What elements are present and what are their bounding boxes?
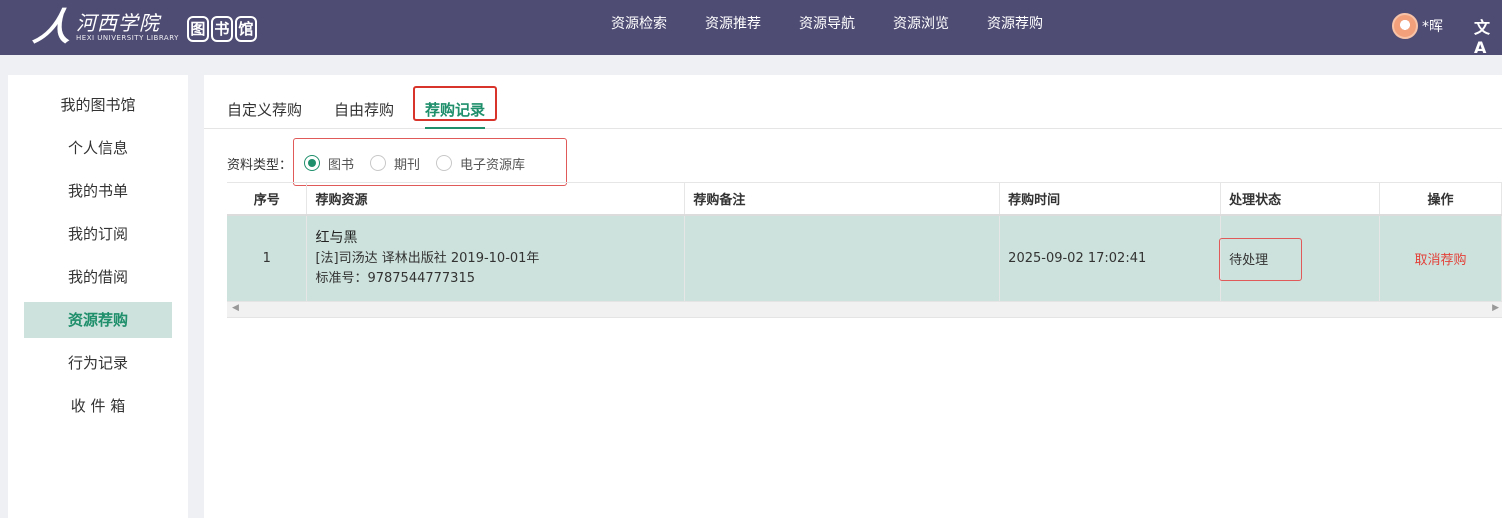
user-name[interactable]: *晖 <box>1422 16 1443 36</box>
nav-resource-navigation[interactable]: 资源导航 <box>780 13 874 33</box>
logo-en: HEXI UNIVERSITY LIBRARY <box>76 33 179 42</box>
col-header-action: 操作 <box>1379 182 1502 215</box>
resource-title: 红与黑 <box>315 230 358 246</box>
sidebar-item-personal-info[interactable]: 个人信息 <box>24 130 172 166</box>
tab-custom-purchase[interactable]: 自定义荐购 <box>227 99 302 120</box>
top-header: 人 河西学院 HEXI UNIVERSITY LIBRARY 图 书 馆 资源检… <box>0 0 1502 57</box>
logo-text: 河西学院 HEXI UNIVERSITY LIBRARY <box>76 12 179 43</box>
radio-circle[interactable] <box>436 155 453 171</box>
sidebar-item-my-booklist[interactable]: 我的书单 <box>24 173 172 209</box>
cell-time: 2025-09-02 17:02:41 <box>999 214 1222 301</box>
nav-resource-recommend[interactable]: 资源推荐 <box>686 13 780 33</box>
resource-isbn: 标准号：9787544777315 <box>315 271 475 286</box>
sidebar-item-resource-purchase[interactable]: 资源荐购 <box>24 302 172 338</box>
col-header-status: 处理状态 <box>1220 182 1381 215</box>
radio-circle[interactable] <box>370 155 387 171</box>
col-header-note: 荐购备注 <box>684 182 1001 215</box>
logo-cn: 河西学院 <box>76 10 161 35</box>
table-header-row: 序号 荐购资源 荐购备注 荐购时间 处理状态 操作 <box>227 182 1502 215</box>
horizontal-scrollbar[interactable]: ◀ ▶ <box>227 301 1502 318</box>
resource-author-publisher: [法]司汤达 译林出版社 2019-10-01年 <box>315 251 540 266</box>
radio-label: 图书 <box>328 157 355 173</box>
main-nav: 资源检索 资源推荐 资源导航 资源浏览 资源荐购 <box>592 0 1062 46</box>
sidebar: 我的图书馆 个人信息 我的书单 我的订阅 我的借阅 资源荐购 行为记录 收 件 … <box>8 75 188 518</box>
tab-free-purchase[interactable]: 自由荐购 <box>334 99 394 120</box>
cell-resource: 红与黑 [法]司汤达 译林出版社 2019-10-01年 标准号：9787544… <box>306 214 686 301</box>
col-header-no: 序号 <box>227 182 308 215</box>
library-logo[interactable]: 人 河西学院 HEXI UNIVERSITY LIBRARY 图 书 馆 <box>30 2 257 52</box>
material-type-label: 资料类型： <box>227 157 293 173</box>
material-type-filter: 资料类型： 图书 期刊 电子资源库 <box>227 153 541 173</box>
radio-e-resources[interactable]: 电子资源库 <box>436 154 525 173</box>
cell-action: 取消荐购 <box>1379 214 1502 301</box>
avatar[interactable] <box>1392 13 1418 39</box>
tab-bar: 自定义荐购 自由荐购 荐购记录 <box>204 75 1502 129</box>
cell-note <box>684 214 1001 301</box>
logo-lib-char: 馆 <box>234 16 257 42</box>
sidebar-item-behavior-log[interactable]: 行为记录 <box>24 345 172 381</box>
cancel-purchase-link[interactable]: 取消荐购 <box>1415 253 1467 268</box>
scroll-left-icon[interactable]: ◀ <box>232 303 239 313</box>
active-tab-underline <box>425 127 485 129</box>
tab-purchase-records[interactable]: 荐购记录 <box>425 99 485 120</box>
sidebar-item-my-library[interactable]: 我的图书馆 <box>24 87 172 123</box>
user-menu[interactable]: *晖 <box>1392 12 1443 40</box>
radio-label: 期刊 <box>394 157 421 173</box>
main-panel: 自定义荐购 自由荐购 荐购记录 资料类型： 图书 期刊 电子资源库 序号 荐购资… <box>204 75 1502 518</box>
col-header-time: 荐购时间 <box>999 182 1222 215</box>
radio-label: 电子资源库 <box>460 157 526 173</box>
logo-lib-char: 图 <box>186 16 209 42</box>
sidebar-item-inbox[interactable]: 收 件 箱 <box>24 388 172 424</box>
logo-library-word: 图 书 馆 <box>186 16 257 42</box>
cell-status: 待处理 <box>1220 214 1381 301</box>
sidebar-item-my-subscriptions[interactable]: 我的订阅 <box>24 216 172 252</box>
logo-lib-char: 书 <box>210 16 233 42</box>
radio-journals[interactable]: 期刊 <box>370 154 420 173</box>
sidebar-item-my-borrowing[interactable]: 我的借阅 <box>24 259 172 295</box>
cell-no: 1 <box>227 214 308 301</box>
scroll-right-icon[interactable]: ▶ <box>1492 303 1499 313</box>
translate-icon[interactable]: 文A <box>1474 14 1496 57</box>
table-row: 1 红与黑 [法]司汤达 译林出版社 2019-10-01年 标准号：97875… <box>227 214 1502 301</box>
nav-resource-purchase[interactable]: 资源荐购 <box>968 13 1062 33</box>
purchase-records-table: 序号 荐购资源 荐购备注 荐购时间 处理状态 操作 1 红与黑 [法]司汤达 译… <box>227 182 1502 301</box>
nav-resource-browse[interactable]: 资源浏览 <box>874 13 968 33</box>
col-header-resource: 荐购资源 <box>306 182 686 215</box>
radio-books[interactable]: 图书 <box>304 154 354 173</box>
logo-mark: 人 <box>30 4 77 49</box>
radio-circle[interactable] <box>304 155 321 171</box>
nav-resource-search[interactable]: 资源检索 <box>592 13 686 33</box>
